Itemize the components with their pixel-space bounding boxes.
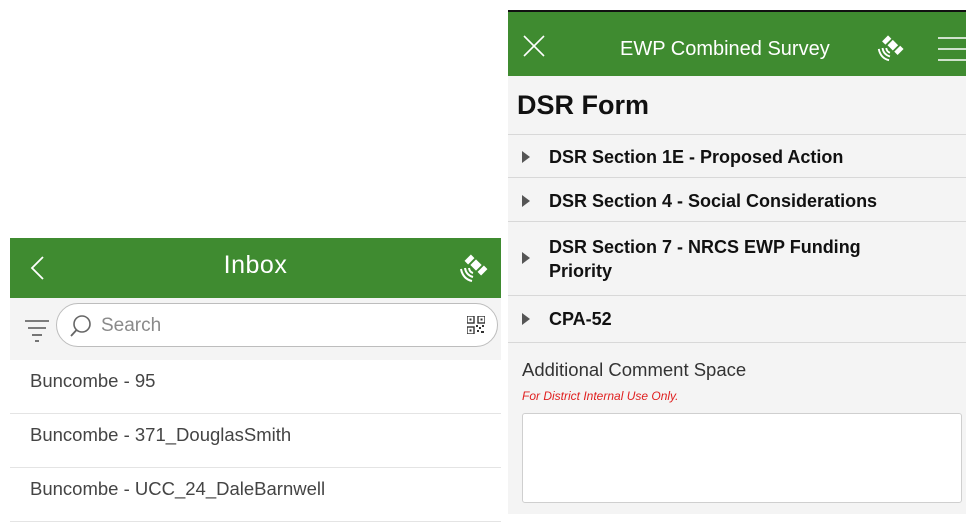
expand-triangle-icon <box>522 151 530 163</box>
expand-triangle-icon <box>522 313 530 325</box>
section-funding-priority[interactable]: DSR Section 7 - NRCS EWP Funding Priorit… <box>508 221 966 295</box>
survey-panel: EWP Combined Survey DSR Form DSR Section… <box>508 10 966 514</box>
search-field[interactable] <box>56 303 498 347</box>
comment-textarea[interactable] <box>522 413 962 503</box>
close-icon[interactable] <box>522 34 546 58</box>
inbox-header: Inbox <box>10 238 501 298</box>
expand-triangle-icon <box>522 195 530 207</box>
search-input[interactable] <box>99 312 443 340</box>
survey-header: EWP Combined Survey <box>508 10 966 76</box>
qr-code-icon[interactable] <box>467 316 485 334</box>
section-proposed-action[interactable]: DSR Section 1E - Proposed Action <box>508 134 966 177</box>
section-label: DSR Section 7 - NRCS EWP Funding Priorit… <box>549 237 861 281</box>
filter-icon[interactable] <box>24 318 50 342</box>
comment-label: Additional Comment Space <box>522 359 747 380</box>
search-bar <box>10 298 501 360</box>
satellite-icon[interactable] <box>875 33 905 63</box>
list-item[interactable]: Buncombe - 371_DouglasSmith <box>10 414 501 468</box>
search-icon <box>70 315 91 337</box>
inbox-list: Buncombe - 95 Buncombe - 371_DouglasSmit… <box>10 360 501 522</box>
section-social-considerations[interactable]: DSR Section 4 - Social Considerations <box>508 177 966 221</box>
form-title: DSR Form <box>517 90 650 120</box>
satellite-icon[interactable] <box>457 252 489 284</box>
expand-triangle-icon <box>522 252 530 264</box>
survey-title: EWP Combined Survey <box>620 38 830 60</box>
menu-icon[interactable] <box>934 36 966 62</box>
list-item[interactable]: Buncombe - 95 <box>10 360 501 414</box>
inbox-panel: Inbox Search Buncombe - 95 Buncombe - 37… <box>10 238 501 522</box>
section-cpa-52[interactable]: CPA-52 <box>508 295 966 343</box>
section-label: DSR Section 4 - Social Considerations <box>549 191 878 211</box>
section-label: CPA-52 <box>549 309 612 329</box>
header-top-border <box>508 10 966 12</box>
section-label: DSR Section 1E - Proposed Action <box>549 147 844 167</box>
inbox-title: Inbox <box>223 251 288 279</box>
comment-hint: For District Internal Use Only. <box>522 389 679 403</box>
